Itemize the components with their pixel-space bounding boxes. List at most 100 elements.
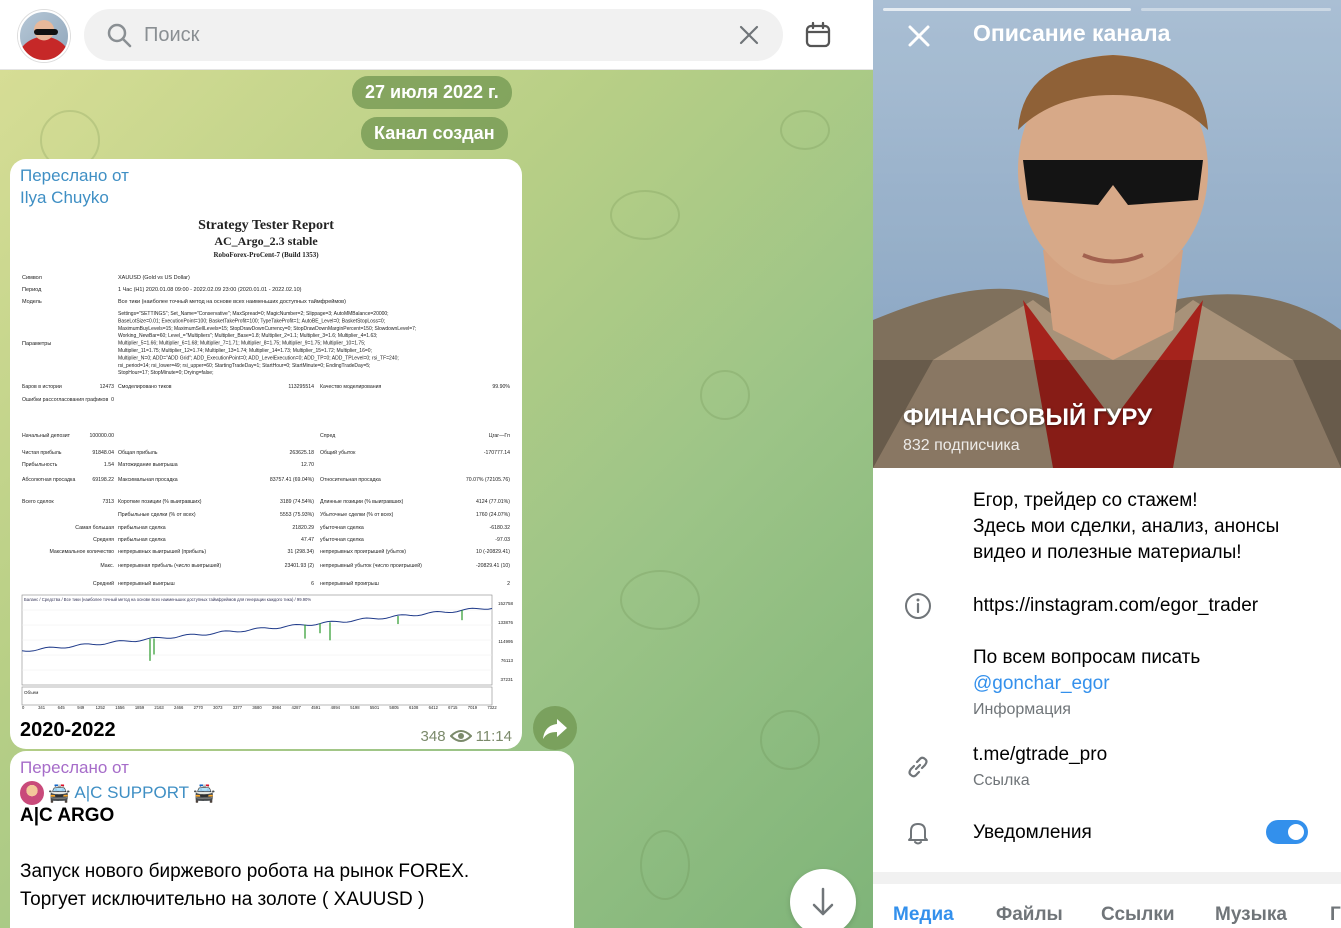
x-tick: 1859 [135, 705, 145, 710]
report-text: 2 [507, 581, 510, 587]
notifications-toggle[interactable] [1266, 820, 1308, 844]
channel-description: Егор, трейдер со стажем! Здесь мои сделк… [973, 488, 1279, 566]
subscriber-count: 832 подписчика [903, 437, 1020, 454]
report-text: Всего сделок [22, 499, 54, 505]
message-title: A|C ARGO [20, 805, 115, 826]
report-text: XAUUSD (Gold vs US Dollar) [118, 275, 190, 281]
x-tick: 4287 [292, 705, 302, 710]
y-tick: 114995 [498, 639, 513, 644]
report-text: Прибыльность [22, 462, 58, 468]
message-bubble[interactable]: Переслано от Ilya Chuyko Strategy Tester… [10, 159, 522, 749]
tab-files[interactable]: Файлы [996, 904, 1063, 926]
message-bubble-2[interactable]: Переслано от 🚔 A|C SUPPORT 🚔 A|C ARGO За… [10, 751, 574, 928]
report-text: Матожидание выигрыша [118, 462, 178, 468]
report-text: StopHour=17; StopMinute=0; Drying=false; [118, 370, 213, 376]
tab-more[interactable]: Г [1330, 904, 1341, 926]
report-text: BaseLotSize=0.01; ExecutionPoint=100; Ba… [118, 318, 385, 324]
report-text: непрерывный выигрыш [118, 580, 175, 587]
report-text: 23401.93 (2) [285, 563, 315, 569]
description-line: Здесь мои сделки, анализ, анонсы [973, 516, 1280, 537]
report-text: 1.54 [104, 462, 114, 468]
x-tick: 2770 [194, 705, 204, 710]
search-box[interactable] [84, 9, 783, 61]
channel-link[interactable]: t.me/gtrade_pro [973, 742, 1107, 768]
report-text: Максимальное количество [49, 549, 114, 555]
report-text: Качество моделирования [320, 384, 381, 390]
tab-music[interactable]: Музыка [1215, 904, 1287, 926]
report-build: RoboForex-ProCent-7 (Build 1353) [213, 251, 319, 259]
report-text: -20829.41 (10) [476, 563, 510, 569]
forwarded-from[interactable]: Ilya Chuyko [20, 187, 129, 209]
x-tick: 7019 [468, 705, 478, 710]
report-text: Multiplier_N=0; ADD="ADD Grid"; ADD_Exec… [118, 355, 399, 361]
x-tick: 5501 [370, 705, 380, 710]
report-text: -170777.14 [484, 450, 510, 456]
forwarded-from-row[interactable]: 🚔 A|C SUPPORT 🚔 [20, 781, 215, 805]
x-tick: 5198 [350, 705, 360, 710]
share-button[interactable] [533, 706, 577, 750]
link-icon [908, 756, 928, 778]
info-row[interactable]: https://instagram.com/egor_trader По все… [973, 593, 1258, 723]
channel-info-panel: Описание канала ФИНАНСОВЫЙ ГУРУ 832 подп… [873, 0, 1341, 928]
report-text: Модель [22, 299, 42, 305]
report-text: Символ [22, 275, 42, 281]
report-text: 70.07% (72105.76) [466, 477, 510, 483]
report-text: 99.90% [492, 384, 510, 390]
x-tick: 341 [38, 705, 46, 710]
search-input[interactable] [144, 23, 704, 47]
report-text: Самая большая [75, 525, 114, 531]
service-message: Канал создан [361, 117, 508, 150]
report-text: Общий убыток [320, 449, 356, 456]
forwarded-from[interactable]: A|C SUPPORT [74, 782, 189, 804]
date-pill[interactable]: 27 июля 2022 г. [352, 76, 512, 109]
contact-handle[interactable]: @gonchar_egor [973, 671, 1258, 697]
report-text: Короткие позиции (% выигравших) [118, 499, 202, 505]
report-text: непрерывная прибыль (число выигрышей) [118, 562, 221, 569]
close-icon[interactable] [903, 20, 935, 52]
notifications-label: Уведомления [973, 822, 1092, 843]
close-icon[interactable] [737, 23, 761, 47]
channel-photo[interactable]: Описание канала ФИНАНСОВЫЙ ГУРУ 832 подп… [873, 0, 1341, 468]
report-text: непрерывных проигрышей (убыток) [320, 548, 406, 555]
report-image[interactable]: Strategy Tester Report AC_Argo_2.3 stable… [20, 211, 513, 711]
x-tick: 949 [77, 705, 85, 710]
forwarded-header: Переслано от 🚔 A|C SUPPORT 🚔 [20, 757, 215, 805]
report-text: Средний [93, 580, 114, 587]
channel-name: ФИНАНСОВЫЙ ГУРУ [903, 404, 1153, 431]
channel-avatar-icon [20, 781, 44, 805]
x-tick: 2466 [174, 705, 184, 710]
report-text: Multiplier_5=1.66; Multiplier_6=1.68; Mu… [118, 341, 365, 347]
report-text: 47.47 [301, 537, 314, 543]
report-text: Settings="SETTINGS"; Set_Name="Conservat… [118, 311, 389, 317]
channel-link-row[interactable]: t.me/gtrade_pro Ссылка [973, 742, 1107, 794]
avatar[interactable] [18, 10, 70, 62]
message-meta: 348 11:14 [421, 728, 512, 745]
volume-label: Объем [24, 690, 38, 695]
report-text: 100000.00 [89, 433, 114, 439]
x-tick: 3984 [272, 705, 282, 710]
info-label: Информация [973, 701, 1071, 718]
scroll-down-button[interactable] [790, 869, 856, 928]
report-text: Спред [320, 433, 335, 439]
x-tick: 645 [58, 705, 66, 710]
instagram-link[interactable]: https://instagram.com/egor_trader [973, 593, 1258, 619]
strategy-report: Strategy Tester ReportAC_Argo_2.3 stable… [21, 218, 513, 710]
report-text: прибыльная сделка [118, 525, 166, 531]
message-caption: 2020-2022 [20, 719, 116, 741]
calendar-icon[interactable] [803, 20, 833, 50]
report-text: непрерывных выигрышей (прибыль) [118, 548, 206, 555]
report-text: Относительная просадка [320, 477, 381, 483]
tab-links[interactable]: Ссылки [1101, 904, 1175, 926]
report-text: Чистая прибыль [22, 450, 62, 456]
tab-media[interactable]: Медиа [893, 904, 954, 926]
report-text: Абсолютная просадка [22, 477, 75, 483]
report-text: убыточная сделка [320, 525, 364, 531]
report-text: Working_NewBar=60; Level_="Multipliers";… [118, 333, 377, 339]
arrow-down-icon [812, 887, 834, 916]
report-subtitle: AC_Argo_2.3 stable [214, 234, 318, 248]
x-tick: 7322 [487, 705, 497, 710]
message-line: Торгует исключительно на золоте ( XAUUSD… [20, 889, 425, 910]
eye-icon [449, 730, 472, 742]
story-progress [883, 8, 1131, 11]
report-text: 1 Час (H1) 2020.01.08 09:00 - 2022.02.09… [118, 287, 302, 293]
